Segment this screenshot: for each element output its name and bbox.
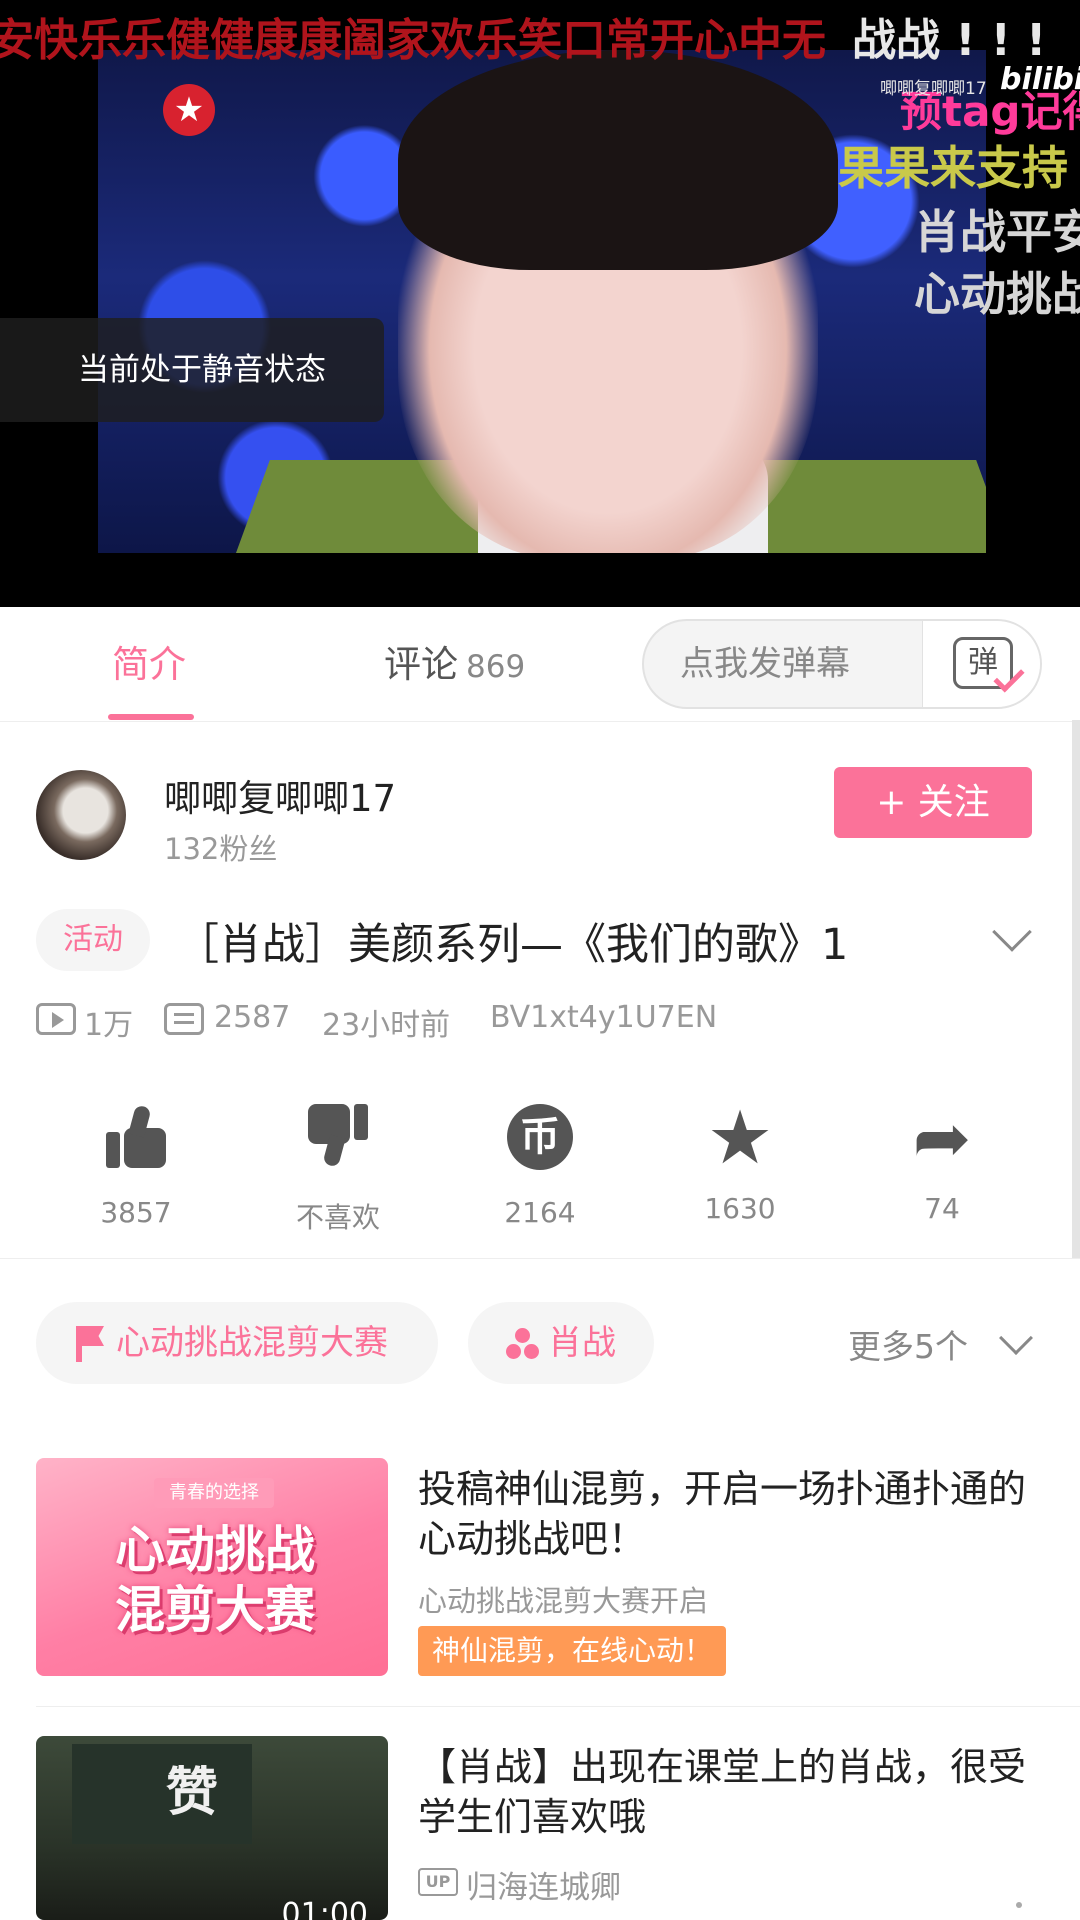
tab-active-indicator — [108, 714, 194, 720]
recommend-subtitle: 心动挑战混剪大赛开启 — [418, 1584, 709, 1618]
promo-badge: 神仙混剪，在线心动！ — [418, 1626, 727, 1676]
list-divider — [36, 1706, 1080, 1707]
more-options-icon[interactable] — [1016, 1902, 1022, 1908]
thumbnail-scene — [72, 1744, 252, 1844]
danmaku-comment: 心动挑战 — [914, 267, 1080, 321]
favorite-button[interactable]: ★ 1630 — [670, 1100, 810, 1225]
danmaku-comment: 安快乐乐健健康康阖家欢乐笑口常开心中无 — [0, 15, 826, 66]
danmaku-comment: 果果来支持 — [838, 141, 1068, 195]
section-divider — [0, 1258, 1080, 1259]
thumbnail-text: 赞 — [166, 1763, 219, 1823]
video-frame — [98, 50, 986, 553]
flag-icon — [76, 1326, 82, 1362]
coin-button[interactable]: 币 2164 — [470, 1100, 610, 1229]
tab-comments[interactable]: 评论 869 — [384, 607, 525, 722]
recommend-title[interactable]: 投稿神仙混剪，开启一场扑通扑通的心动挑战吧！ — [418, 1464, 1028, 1564]
follow-button[interactable]: + 关注 — [834, 767, 1032, 838]
chevron-down-icon[interactable] — [999, 1321, 1033, 1355]
danmaku-input[interactable]: 点我发弹幕 — [680, 621, 850, 707]
tab-comments-label: 评论 — [384, 643, 458, 686]
comment-count: 869 — [466, 649, 526, 685]
like-button[interactable]: 3857 — [66, 1100, 206, 1229]
danmaku-comment: 战战 ! ! ! — [852, 15, 1047, 66]
like-count: 3857 — [100, 1196, 172, 1229]
danmaku-input-box[interactable]: 点我发弹幕 弹 — [642, 619, 1042, 709]
thumbnail-banner: 青春的选择 — [154, 1478, 274, 1508]
author-name[interactable]: 唧唧复唧唧17 — [164, 768, 396, 822]
avatar[interactable] — [36, 770, 126, 860]
recommend-thumbnail[interactable]: 赞 01:00 — [36, 1736, 388, 1920]
thumb-up-icon — [106, 1104, 166, 1168]
danmaku-toggle-button[interactable]: 弹 — [922, 621, 1040, 707]
fan-count: 132粉丝 — [164, 832, 278, 866]
chevron-down-icon[interactable] — [992, 912, 1032, 952]
uploader-icon: UP — [418, 1868, 458, 1896]
tag-label: 心动挑战混剪大赛 — [116, 1323, 388, 1363]
play-count: 1万 — [84, 1008, 134, 1043]
tag-activity[interactable]: 心动挑战混剪大赛 — [36, 1302, 438, 1384]
video-title: ［肖战］美颜系列—《我们的歌》1 — [176, 920, 849, 970]
uploader-watermark: 唧唧复唧唧17 — [880, 79, 987, 99]
mute-toast: 当前处于静音状态 — [0, 318, 384, 422]
publish-time: 23小时前 — [322, 1008, 451, 1043]
tag-topic[interactable]: 肖战 — [468, 1302, 654, 1384]
coin-icon: 币 — [507, 1104, 573, 1170]
share-icon: ➦ — [912, 1097, 972, 1179]
tag-label: 肖战 — [548, 1323, 616, 1363]
topic-icon — [506, 1328, 540, 1360]
dislike-button[interactable]: 不喜欢 — [268, 1100, 408, 1236]
channel-logo-icon: ★ — [163, 84, 215, 136]
star-icon: ★ — [706, 1095, 774, 1181]
recommend-thumbnail[interactable]: 青春的选择 心动挑战混剪大赛 — [36, 1458, 388, 1676]
dislike-label: 不喜欢 — [295, 1201, 380, 1234]
video-duration: 01:00 — [281, 1897, 368, 1920]
play-count-icon — [36, 1003, 76, 1035]
danmaku-count-icon — [164, 1003, 204, 1035]
detail-tab-bar: 简介 评论 869 点我发弹幕 弹 — [0, 607, 1080, 722]
share-count: 74 — [924, 1192, 960, 1225]
thumbnail-title: 心动挑战混剪大赛 — [115, 1521, 315, 1639]
bilibili-logo: bilibili — [1000, 62, 1080, 97]
bv-id: BV1xt4y1U7EN — [490, 1000, 718, 1035]
video-player[interactable]: ★ 安快乐乐健健康康阖家欢乐笑口常开心中无 战战 ! ! ! 预tag记得 果果… — [0, 0, 1080, 607]
favorite-count: 1630 — [704, 1192, 776, 1225]
coin-count: 2164 — [504, 1196, 576, 1229]
more-tags-button[interactable]: 更多5个 — [848, 1320, 968, 1368]
video-scene — [398, 50, 838, 270]
danmaku-comment: 肖战平安 — [914, 205, 1080, 259]
scrollbar[interactable] — [1072, 720, 1080, 1258]
share-button[interactable]: ➦ 74 — [872, 1100, 1012, 1225]
danmaku-count: 2587 — [214, 1000, 291, 1035]
tab-intro[interactable]: 简介 — [112, 607, 186, 722]
recommend-title[interactable]: 【肖战】出现在课堂上的肖战，很受学生们喜欢哦 — [418, 1742, 1028, 1842]
uploader-name: 归海连城卿 — [466, 1870, 621, 1906]
thumb-down-icon — [308, 1104, 368, 1168]
activity-badge[interactable]: 活动 — [36, 909, 150, 971]
